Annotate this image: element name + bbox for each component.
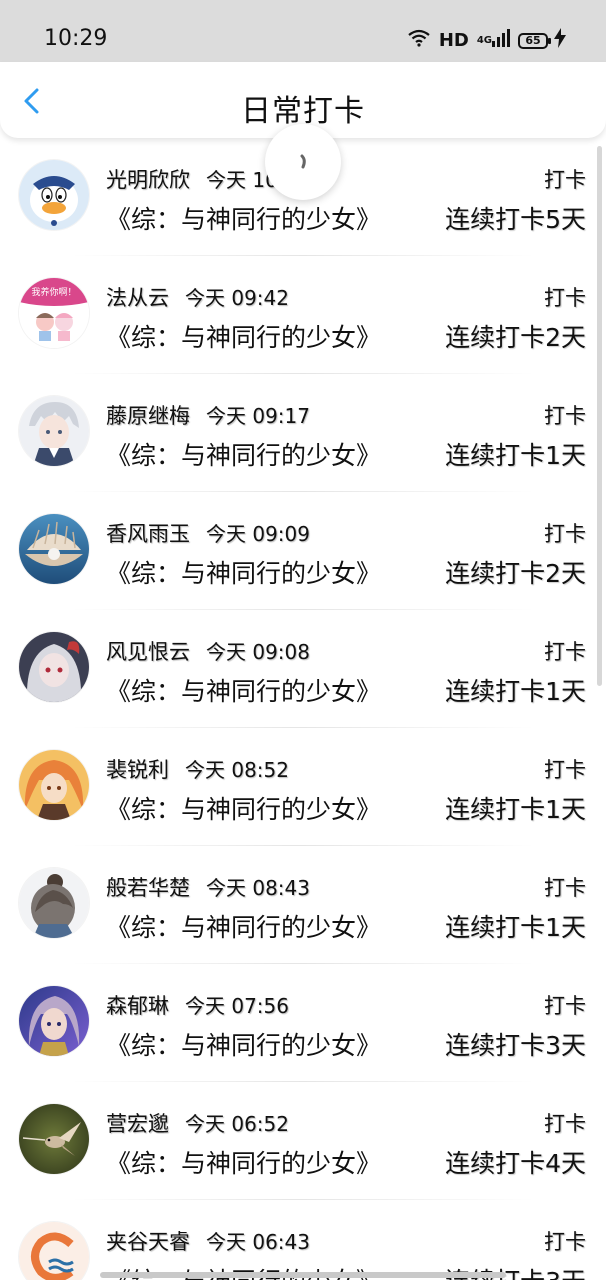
- orange-hair-avatar-icon: [19, 750, 89, 820]
- checkin-time: 今天 08:43: [206, 876, 310, 900]
- list-item[interactable]: 香风雨玉 今天 09:09 《综：与神同行的少女》 打卡 连续打卡2天: [0, 492, 606, 610]
- checkin-time: 今天 06:52: [185, 1112, 289, 1136]
- signal-icon: [492, 29, 510, 52]
- user-avatar[interactable]: [19, 632, 89, 702]
- book-title[interactable]: 《综：与神同行的少女》: [106, 908, 381, 944]
- list-item[interactable]: 我养你啊！ 法从云 今天 09:42 《综：与神同行的少女》 打卡 连续打卡2天: [0, 256, 606, 374]
- checkin-time: 今天 08:52: [185, 758, 289, 782]
- battery-icon: 65: [518, 32, 551, 49]
- streak-count: 连续打卡1天: [445, 795, 586, 824]
- book-title[interactable]: 《综：与神同行的少女》: [106, 672, 381, 708]
- book-title[interactable]: 《综：与神同行的少女》: [106, 436, 381, 472]
- list-item[interactable]: 藤原继梅 今天 09:17 《综：与神同行的少女》 打卡 连续打卡1天: [0, 374, 606, 492]
- checkin-button[interactable]: 打卡: [544, 990, 586, 1020]
- book-title[interactable]: 《综：与神同行的少女》: [106, 554, 381, 590]
- book-title[interactable]: 《综：与神同行的少女》: [106, 1026, 381, 1062]
- checkin-button[interactable]: 打卡: [544, 518, 586, 548]
- user-avatar[interactable]: [19, 160, 89, 230]
- checkin-button[interactable]: 打卡: [544, 1226, 586, 1256]
- streak-count: 连续打卡2天: [445, 559, 586, 588]
- checkin-button[interactable]: 打卡: [544, 872, 586, 902]
- checkin-time: 今天 06:43: [206, 1230, 310, 1254]
- anime-girl-avatar-icon: [19, 632, 89, 702]
- status-bar: 10:29 HD 4G 65: [0, 0, 606, 62]
- battery-level: 65: [525, 34, 541, 47]
- list-item[interactable]: 般若华楚 今天 08:43 《综：与神同行的少女》 打卡 连续打卡1天: [0, 846, 606, 964]
- streak-count: 连续打卡4天: [445, 1149, 586, 1178]
- wifi-icon: [407, 29, 431, 52]
- hair-bun-avatar-icon: [19, 868, 89, 938]
- streak-count: 连续打卡1天: [445, 913, 586, 942]
- checkin-list[interactable]: 光明欣欣 今天 10: 《综：与神同行的少女》 打卡 连续打卡5天 我养你啊！ 法…: [0, 138, 606, 1280]
- user-name: 光明欣欣 今天 10:: [106, 168, 285, 192]
- charging-icon: [554, 28, 566, 53]
- checkin-button[interactable]: 打卡: [544, 164, 586, 194]
- duck-avatar-icon: [19, 160, 89, 230]
- list-item[interactable]: 夹谷天睿今天 06:43 《综：与神同行的少女》 打卡 连续打卡3天: [0, 1200, 606, 1280]
- streak-count: 连续打卡1天: [445, 677, 586, 706]
- user-name: 法从云 今天 09:42: [106, 286, 289, 310]
- user-avatar[interactable]: [19, 1104, 89, 1174]
- scrollbar[interactable]: [597, 146, 602, 686]
- user-avatar[interactable]: [19, 750, 89, 820]
- status-time: 10:29: [44, 26, 108, 51]
- user-name: 藤原继梅 今天 09:17: [106, 404, 310, 428]
- loading-spinner-icon: [265, 124, 341, 200]
- user-avatar[interactable]: 我养你啊！: [19, 278, 89, 348]
- checkin-button[interactable]: 打卡: [544, 400, 586, 430]
- hummingbird-avatar-icon: [19, 1104, 89, 1174]
- checkin-button[interactable]: 打卡: [544, 1108, 586, 1138]
- user-name: 夹谷天睿 今天 06:43: [106, 1230, 310, 1254]
- book-title[interactable]: 《综：与神同行的少女》: [106, 200, 381, 236]
- checkin-time: 今天 09:09: [206, 522, 310, 546]
- user-name: 般若华楚 今天 08:43: [106, 876, 310, 900]
- user-avatar[interactable]: [19, 1222, 89, 1280]
- list-item[interactable]: 风见恨云 今天 09:08 《综：与神同行的少女》 打卡 连续打卡1天: [0, 610, 606, 728]
- network-type: 4G: [476, 35, 492, 46]
- anime-boy-avatar-icon: [19, 396, 89, 466]
- warrior-avatar-icon: [19, 986, 89, 1056]
- streak-count: 连续打卡1天: [445, 441, 586, 470]
- home-indicator[interactable]: [100, 1272, 506, 1278]
- avatar-text: 我养你啊！: [31, 286, 76, 298]
- user-name: 营宏邈 今天 06:52: [106, 1112, 289, 1136]
- cartoon-couple-avatar-icon: 我养你啊！: [19, 278, 89, 348]
- book-title[interactable]: 《综：与神同行的少女》: [106, 318, 381, 354]
- streak-count: 连续打卡3天: [445, 1031, 586, 1060]
- user-name: 森郁琳 今天 07:56: [106, 994, 289, 1018]
- checkin-time: 今天 09:42: [185, 286, 289, 310]
- user-avatar[interactable]: [19, 514, 89, 584]
- status-icons: HD 4G 65: [407, 28, 566, 53]
- checkin-time: 今天 07:56: [185, 994, 289, 1018]
- checkin-button[interactable]: 打卡: [544, 282, 586, 312]
- list-item[interactable]: 营宏邈 今天 06:52 《综：与神同行的少女》 打卡 连续打卡4天: [0, 1082, 606, 1200]
- user-avatar[interactable]: [19, 396, 89, 466]
- user-name: 风见恨云 今天 09:08: [106, 640, 310, 664]
- user-name: 裴锐利 今天 08:52: [106, 758, 289, 782]
- book-title[interactable]: 《综：与神同行的少女》: [106, 790, 381, 826]
- book-title[interactable]: 《综：与神同行的少女》: [106, 1144, 381, 1180]
- checkin-time: 今天 09:08: [206, 640, 310, 664]
- list-item[interactable]: 森郁琳 今天 07:56 《综：与神同行的少女》 打卡 连续打卡3天: [0, 964, 606, 1082]
- hd-indicator: HD: [438, 30, 469, 51]
- streak-count: 连续打卡2天: [445, 323, 586, 352]
- user-avatar[interactable]: [19, 986, 89, 1056]
- streak-count: 连续打卡5天: [445, 205, 586, 234]
- user-avatar[interactable]: [19, 868, 89, 938]
- checkin-button[interactable]: 打卡: [544, 636, 586, 666]
- pearl-shell-avatar-icon: [19, 514, 89, 584]
- checkin-button[interactable]: 打卡: [544, 754, 586, 784]
- list-item[interactable]: 裴锐利 今天 08:52 《综：与神同行的少女》 打卡 连续打卡1天: [0, 728, 606, 846]
- user-name: 香风雨玉 今天 09:09: [106, 522, 310, 546]
- checkin-time: 今天 09:17: [206, 404, 310, 428]
- logo-avatar-icon: [19, 1222, 89, 1280]
